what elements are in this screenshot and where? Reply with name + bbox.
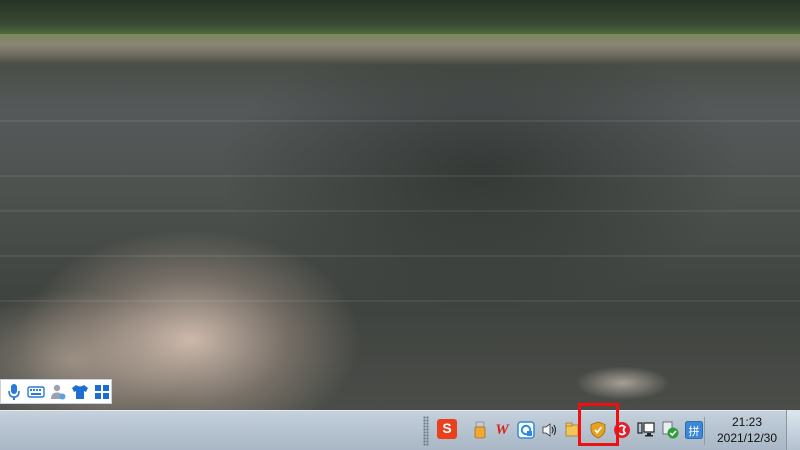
skin-shirt-icon[interactable] — [71, 382, 89, 402]
keyboard-icon[interactable] — [27, 382, 45, 402]
network-icon[interactable] — [637, 421, 655, 439]
wallpaper-riverbank — [0, 34, 800, 64]
sogou-ime-label: S — [442, 420, 452, 436]
show-desktop-button[interactable] — [786, 410, 800, 450]
wps-label: W — [495, 421, 509, 438]
input-method-label: 拼 — [688, 425, 700, 438]
tray-separator — [704, 417, 705, 445]
sync-app-icon[interactable] — [517, 421, 535, 439]
volume-icon[interactable] — [541, 421, 559, 439]
taskbar-gripper[interactable] — [423, 416, 429, 446]
notification-folder-icon[interactable] — [563, 421, 581, 439]
security-shield-icon[interactable] — [589, 421, 607, 439]
user-settings-icon[interactable] — [49, 382, 67, 402]
sogou-ime-icon[interactable]: S — [437, 419, 457, 439]
wallpaper-trees — [0, 0, 800, 34]
input-method-icon[interactable]: 拼 — [685, 421, 703, 439]
toolbox-grid-icon[interactable] — [93, 382, 111, 402]
usb-device-icon[interactable] — [471, 421, 489, 439]
clock-date: 2021/12/30 — [716, 431, 778, 445]
desktop-wallpaper — [0, 0, 800, 410]
wps-office-icon[interactable]: W — [493, 421, 511, 439]
red-app-icon[interactable] — [613, 421, 631, 439]
ime-language-bar — [0, 379, 112, 404]
antivirus-check-icon[interactable] — [661, 421, 679, 439]
taskbar-clock[interactable]: 21:23 2021/12/30 — [706, 414, 788, 446]
taskbar: S W 拼 — [0, 410, 800, 450]
clock-time: 21:23 — [731, 415, 763, 429]
microphone-icon[interactable] — [5, 382, 23, 402]
